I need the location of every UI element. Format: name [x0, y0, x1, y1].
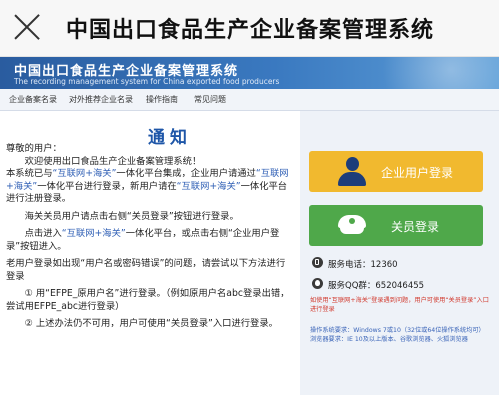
- enterprise-user-login-label: 企业用户登录: [381, 166, 454, 180]
- internet-customs-link[interactable]: “互联网+海关”: [177, 181, 241, 192]
- notice-body: 尊敬的用户： 欢迎使用出口食品生产企业备案管理系统！ 本系统已与“互联网+海关”…: [6, 143, 291, 331]
- login-hint: 如使用“互联网+海关”登录遇到问题，用户可使用“关员登录”入口进行登录: [310, 297, 489, 313]
- banner-decoration: [339, 57, 499, 89]
- notice-greeting: 尊敬的用户：: [6, 143, 62, 154]
- login-sidebar: 企业用户登录 关员登录 服务电话：12360 服务QQ群：652046455 如…: [300, 111, 499, 395]
- wechat-header: 中国出口食品生产企业备案管理系统: [0, 0, 499, 57]
- enterprise-user-login-button[interactable]: 企业用户登录: [309, 151, 483, 192]
- site-banner: 中国出口食品生产企业备案管理系统 The recording managemen…: [0, 57, 499, 89]
- close-icon[interactable]: [12, 12, 42, 42]
- qq-value: 652046455: [375, 281, 425, 291]
- phone-icon: [312, 257, 323, 268]
- notice-method-2: ② 上述办法仍不可用，用户可使用“关员登录”入口进行登录。: [24, 318, 278, 329]
- notice-text: 点击进入: [24, 228, 62, 239]
- nav-item-enterprise-list[interactable]: 企业备案名录: [9, 94, 57, 105]
- officer-cap-icon: [338, 213, 366, 239]
- os-requirement: 操作系统要求：Windows 7或10（32位或64位操作系统均可）: [310, 327, 485, 334]
- notice-method-1: ① 用“EFPE_原用户名”进行登录。（例如原用户名abc登录出错，尝试用EFP…: [6, 288, 290, 312]
- notice-welcome: 欢迎使用出口食品生产企业备案管理系统！: [24, 155, 202, 167]
- notice-click-paragraph: 点击进入“互联网+海关”一体化平台，或点击右侧“企业用户登录”按钮进入。: [6, 228, 291, 253]
- phone-label: 服务电话：: [328, 260, 371, 270]
- browser-requirement: 浏览器要求：IE 10及以上版本、谷歌浏览器、火狐浏览器: [310, 335, 468, 343]
- notice-old-user-paragraph: 老用户登录如出现“用户名或密码错误”的问题，请尝试以下方法进行登录: [6, 258, 286, 282]
- notice-text: 一体化平台进行登录，新用户请在: [37, 180, 177, 192]
- nav-item-guide[interactable]: 操作指南: [146, 94, 178, 105]
- notice-text: 本系统已与: [6, 168, 53, 179]
- wechat-page-title: 中国出口食品生产企业备案管理系统: [66, 18, 435, 43]
- officer-login-label: 关员登录: [391, 220, 440, 234]
- system-requirements: 操作系统要求：Windows 7或10（32位或64位操作系统均可） 浏览器要求…: [310, 327, 490, 344]
- qq-label: 服务QQ群：: [328, 281, 376, 291]
- notice-text: 一体化平台集成，企业用户请通过: [116, 168, 256, 179]
- phone-value: 12360: [370, 260, 398, 270]
- banner-subtitle: The recording management system for Chin…: [14, 77, 280, 86]
- officer-login-button[interactable]: 关员登录: [309, 205, 483, 246]
- qq-icon: [312, 278, 323, 289]
- site-nav: 企业备案名录 对外推荐企业名录 操作指南 常见问题: [0, 89, 499, 111]
- user-icon: [337, 157, 367, 187]
- nav-item-recommended-list[interactable]: 对外推荐企业名录: [69, 94, 133, 105]
- notice-panel: 通知 尊敬的用户： 欢迎使用出口食品生产企业备案管理系统！ 本系统已与“互联网+…: [0, 111, 300, 395]
- internet-customs-link[interactable]: “互联网+海关”: [53, 168, 117, 179]
- notice-integration-paragraph: 本系统已与“互联网+海关”一体化平台集成，企业用户请通过“互联网+海关”一体化平…: [6, 168, 291, 206]
- notice-officer-paragraph: 海关关员用户请点击右侧“关员登录”按钮进行登录。: [24, 210, 239, 222]
- internet-customs-link[interactable]: “互联网+海关”: [62, 228, 126, 239]
- nav-item-faq[interactable]: 常见问题: [194, 94, 226, 105]
